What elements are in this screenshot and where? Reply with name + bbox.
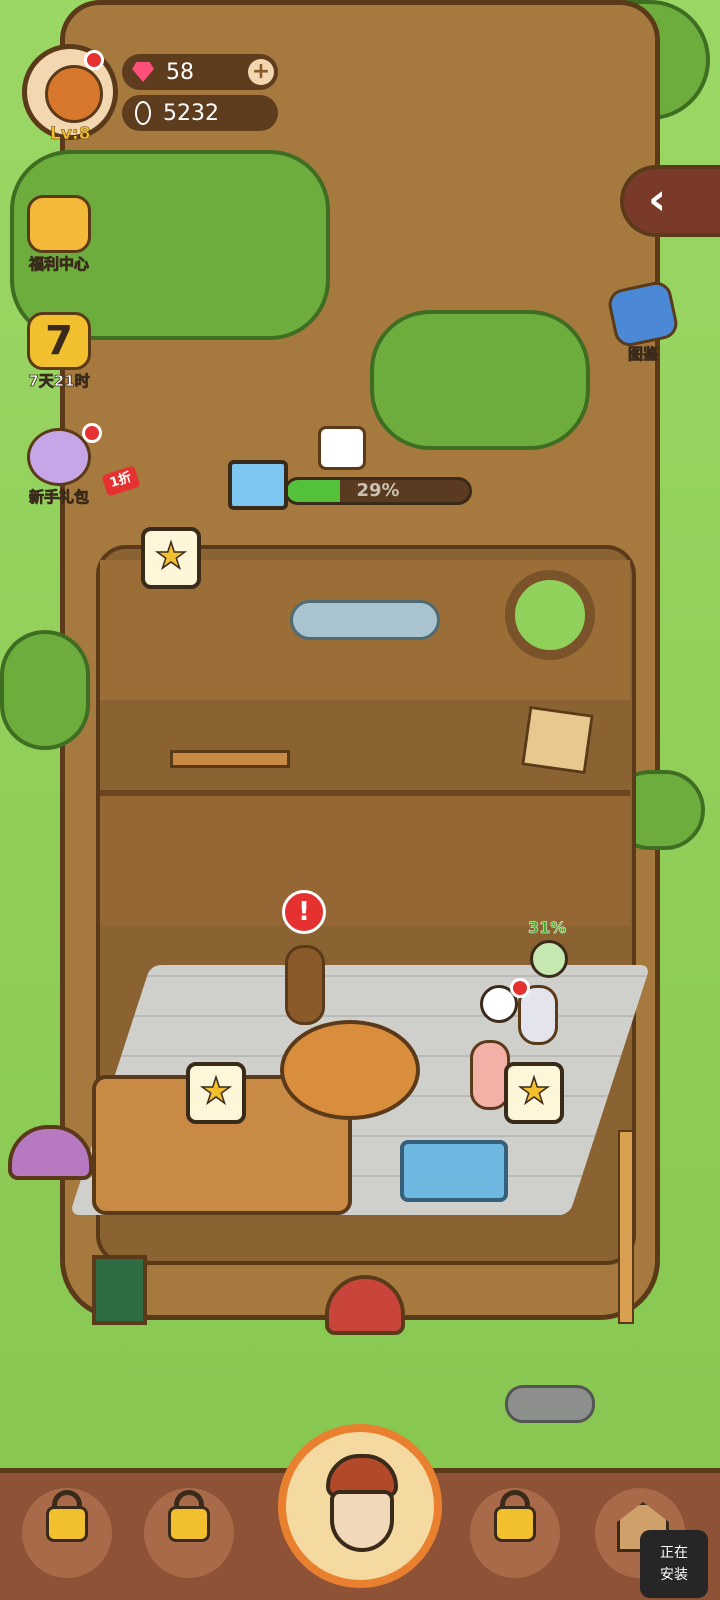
locked-slot-1[interactable] xyxy=(22,1488,112,1578)
collection-button[interactable]: 图鉴 xyxy=(598,278,688,364)
seven-day-icon: 7 xyxy=(27,312,91,370)
installing-line-1: 正在 xyxy=(660,1545,688,1561)
egg-clock-icon xyxy=(27,428,91,486)
sunflower-seed-icon xyxy=(135,101,151,125)
collapse-back-button[interactable]: ‹ xyxy=(620,165,720,237)
book-icon xyxy=(605,278,681,350)
star-bubble-upper[interactable]: ★ xyxy=(141,527,201,589)
star-bubble-register[interactable]: ★ xyxy=(504,1062,564,1124)
player-level: Lv:8 xyxy=(50,124,91,145)
ice-cream-freezer[interactable] xyxy=(400,1140,508,1202)
gem-count: 58 xyxy=(166,59,194,85)
lock-icon xyxy=(46,1506,88,1542)
lamp-post xyxy=(618,1130,634,1324)
foliage-branch-left xyxy=(0,630,90,750)
seed-count: 5232 xyxy=(163,100,219,126)
welfare-center-label: 福利中心 xyxy=(28,255,90,274)
fox-avatar-icon xyxy=(45,65,103,123)
progress-label: 29% xyxy=(356,480,400,501)
foliage-nest xyxy=(370,310,590,450)
acorn-main-button[interactable] xyxy=(278,1424,442,1588)
locked-slot-3[interactable] xyxy=(470,1488,560,1578)
lock-icon xyxy=(494,1506,536,1542)
otter-shopkeeper[interactable] xyxy=(285,945,325,1025)
request-dot xyxy=(510,978,530,998)
locked-slot-2[interactable] xyxy=(144,1488,234,1578)
newbie-pack-dot xyxy=(82,423,102,443)
alert-bubble[interactable]: ! xyxy=(282,890,326,934)
seed-counter: 5232 xyxy=(122,95,278,131)
rock xyxy=(505,1385,595,1423)
book-shelf xyxy=(170,750,290,768)
acorn-icon xyxy=(330,1490,394,1552)
ceiling-fan xyxy=(290,600,440,640)
star-bubble-counter[interactable]: ★ xyxy=(186,1062,246,1124)
seven-day-event-button[interactable]: 7 7天21时 xyxy=(14,312,104,391)
menu-board xyxy=(92,1255,147,1325)
cake-display[interactable] xyxy=(280,1020,420,1120)
collection-label: 图鉴 xyxy=(627,345,659,364)
seven-day-timer: 7天21时 xyxy=(28,372,90,391)
shop-progress-bar: 29% xyxy=(284,477,472,505)
installing-indicator: 正在 安装 xyxy=(640,1530,708,1598)
newbie-pack-label: 新手礼包 xyxy=(28,488,90,507)
gift-box-icon xyxy=(27,195,91,253)
customer-percent: 31% xyxy=(528,918,567,938)
lock-icon xyxy=(168,1506,210,1542)
round-window xyxy=(505,570,595,660)
add-gems-button[interactable]: + xyxy=(248,59,274,85)
ticket-speech-bubble[interactable] xyxy=(318,426,366,470)
shop-icon[interactable] xyxy=(228,460,288,510)
installing-line-2: 安装 xyxy=(660,1567,688,1583)
notification-dot xyxy=(84,50,104,70)
gem-icon xyxy=(132,62,154,82)
middle-room xyxy=(100,790,630,926)
printer-icon[interactable] xyxy=(530,940,568,978)
wall-map xyxy=(521,705,594,775)
welfare-center-button[interactable]: 福利中心 xyxy=(14,195,104,274)
